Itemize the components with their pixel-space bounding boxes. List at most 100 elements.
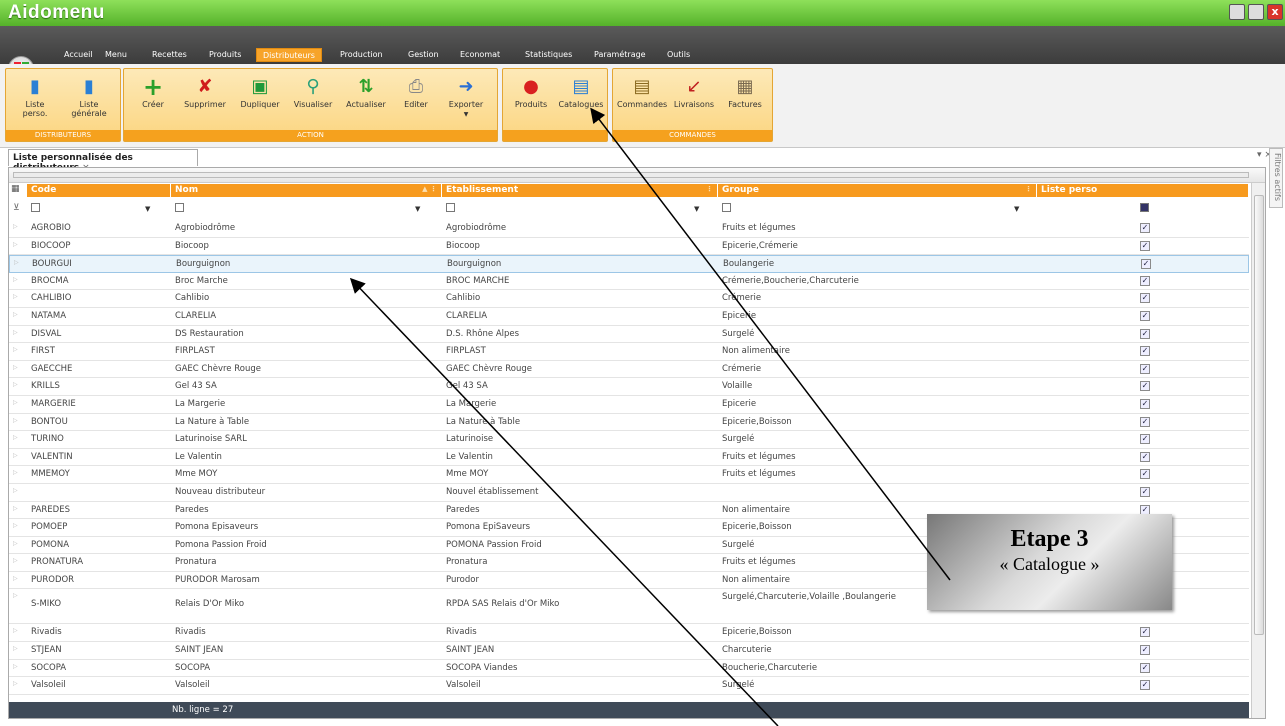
commandes-button[interactable]: ▤ Commandes xyxy=(617,77,667,110)
tab-accueil[interactable]: Accueil xyxy=(58,48,99,62)
liste-perso-checkbox[interactable]: ✓ xyxy=(1140,398,1150,409)
table-row[interactable]: ▷ AGROBIO Agrobiodrôme Agrobiodrôme Fruits e… xyxy=(9,220,1249,238)
table-row[interactable]: ▷ FIRST FIRPLAST FIRPLAST Non alimentaire ✓ xyxy=(9,343,1249,361)
table-row[interactable]: ▷ BONTOU La Nature à Table La Nature à Tabl… xyxy=(9,414,1249,432)
table-row[interactable]: ▷ Rivadis Rivadis Rivadis Epicerie,Boisson ✓ xyxy=(9,624,1249,643)
actualiser-button[interactable]: ⇅ Actualiser xyxy=(340,76,392,110)
vertical-scrollbar[interactable] xyxy=(1251,183,1265,718)
filtres-actifs-panel[interactable]: Filtres actifs xyxy=(1269,148,1283,208)
scroll-thumb[interactable] xyxy=(1254,195,1264,635)
filter-liste-perso[interactable] xyxy=(1140,203,1149,213)
table-row[interactable]: ▷ SOCOPA SOCOPA SOCOPA Viandes Boucherie,Cha… xyxy=(9,660,1249,678)
table-row[interactable]: ▷ Valsoleil Valsoleil Valsoleil Surgelé ✓ xyxy=(9,677,1249,695)
table-row[interactable]: ▷ TURINO Laturinoise SARL Laturinoise Surgel… xyxy=(9,431,1249,449)
liste-generale-button[interactable]: ▮ Liste générale xyxy=(64,77,114,119)
column-header-etablissement[interactable]: Etablissement ⋮ xyxy=(442,184,718,197)
filter-funnel-icon[interactable]: ⊻ xyxy=(13,203,20,213)
cell-code: PRONATURA xyxy=(31,557,84,568)
liste-perso-checkbox[interactable]: ✓ xyxy=(1140,346,1150,357)
table-row[interactable]: ▷ Nouveau distributeur Nouvel établissemen… xyxy=(9,484,1249,502)
liste-perso-checkbox[interactable]: ✓ xyxy=(1140,469,1150,480)
liste-perso-checkbox[interactable]: ✓ xyxy=(1140,434,1150,445)
produits-button[interactable]: ● Produits xyxy=(509,77,553,110)
liste-perso-checkbox[interactable]: ✓ xyxy=(1140,310,1150,321)
filter-etablissement[interactable]: ▼ xyxy=(446,203,699,213)
cell-groupe: Surgelé xyxy=(722,680,755,691)
creer-button[interactable]: + Créer xyxy=(132,75,174,109)
maximize-button[interactable] xyxy=(1248,4,1264,20)
factures-button[interactable]: ▦ Factures xyxy=(723,77,767,110)
filter-groupe[interactable]: ▼ xyxy=(722,203,1019,213)
tab-production[interactable]: Production xyxy=(334,48,389,62)
table-row[interactable]: ▷ KRILLS Gel 43 SA Gel 43 SA Volaille ✓ xyxy=(9,378,1249,396)
liste-perso-checkbox[interactable]: ✓ xyxy=(1140,293,1150,304)
group-label: COMMANDES xyxy=(613,130,772,141)
dupliquer-button[interactable]: ▣ Dupliquer xyxy=(234,77,286,110)
liste-perso-checkbox[interactable]: ✓ xyxy=(1140,504,1150,515)
liste-perso-checkbox[interactable]: ✓ xyxy=(1140,381,1150,392)
table-row[interactable]: ▷ BOURGUI Bourguignon Bourguignon Boulangeri… xyxy=(9,255,1249,273)
liste-perso-checkbox[interactable]: ✓ xyxy=(1140,451,1150,462)
table-row[interactable]: ▷ NATAMA CLARELIA CLARELIA Epicerie ✓ xyxy=(9,308,1249,326)
table-row[interactable]: ▷ STJEAN SAINT JEAN SAINT JEAN Charcuterie ✓ xyxy=(9,642,1249,660)
table-row[interactable]: ▷ CAHLIBIO Cahlibio Cahlibio Crémerie ✓ xyxy=(9,290,1249,308)
filter-code[interactable]: ▼ xyxy=(31,203,150,213)
cell-etablissement: CLARELIA xyxy=(446,310,488,321)
filter-nom[interactable]: ▼ xyxy=(175,203,420,213)
editer-button[interactable]: ⎙ Editer xyxy=(396,77,436,110)
column-header-groupe[interactable]: Groupe ⋮ xyxy=(718,184,1037,197)
column-header-code[interactable]: Code xyxy=(27,184,171,197)
column-header-liste-perso[interactable]: Liste perso xyxy=(1037,184,1249,197)
tab-economat[interactable]: Economat xyxy=(454,48,506,62)
table-row[interactable]: ▷ VALENTIN Le Valentin Le Valentin Fruits et… xyxy=(9,449,1249,467)
liste-perso-checkbox[interactable]: ✓ xyxy=(1140,275,1150,286)
cell-nom: Cahlibio xyxy=(175,293,210,304)
liste-perso-checkbox[interactable]: ✓ xyxy=(1141,259,1151,270)
tab-produits[interactable]: Produits xyxy=(203,48,247,62)
exporter-button[interactable]: ➜ Exporter ▼ xyxy=(440,77,492,119)
cell-groupe: Fruits et légumes xyxy=(722,223,796,233)
liste-perso-button[interactable]: ▮ Liste perso. xyxy=(14,77,56,119)
tab-recettes[interactable]: Recettes xyxy=(146,48,193,62)
liste-perso-checkbox[interactable]: ✓ xyxy=(1140,416,1150,427)
row-indicator-icon: ▷ xyxy=(13,328,18,336)
refresh-arrows-icon: ⇅ xyxy=(358,76,374,97)
liste-perso-checkbox[interactable]: ✓ xyxy=(1140,627,1150,638)
minimize-button[interactable] xyxy=(1229,4,1245,20)
visualiser-button[interactable]: ⚲ Visualiser xyxy=(288,77,338,110)
supprimer-button[interactable]: ✘ Supprimer xyxy=(179,77,231,110)
livraisons-button[interactable]: ↙ Livraisons xyxy=(671,77,717,110)
cell-nom: Broc Marche xyxy=(175,275,228,286)
cell-code: PAREDES xyxy=(31,504,70,515)
tab-liste-perso[interactable]: Liste personnalisée des distributeurs× xyxy=(8,149,198,173)
liste-perso-checkbox[interactable]: ✓ xyxy=(1140,680,1150,691)
tab-menu[interactable]: Menu xyxy=(99,48,133,62)
tab-distributeurs[interactable]: Distributeurs xyxy=(256,48,322,62)
liste-perso-checkbox[interactable]: ✓ xyxy=(1140,645,1150,656)
table-row[interactable]: ▷ BROCMA Broc Marche BROC MARCHE Crémerie,Bo… xyxy=(9,273,1249,291)
tab-parametrage[interactable]: Paramétrage xyxy=(588,48,652,62)
catalogues-button[interactable]: ▤ Catalogues xyxy=(557,77,605,110)
tab-gestion[interactable]: Gestion xyxy=(402,48,445,62)
tab-outils[interactable]: Outils xyxy=(661,48,696,62)
liste-perso-checkbox[interactable]: ✓ xyxy=(1140,223,1150,233)
liste-perso-checkbox[interactable]: ✓ xyxy=(1140,662,1150,673)
column-chooser-icon[interactable]: ▦ xyxy=(11,184,27,197)
liste-perso-checkbox[interactable]: ✓ xyxy=(1140,328,1150,339)
table-row[interactable]: ▷ MARGERIE La Margerie La Margerie Epicerie ✓ xyxy=(9,396,1249,414)
table-row[interactable]: ▷ DISVAL DS Restauration D.S. Rhône Alpes Su… xyxy=(9,326,1249,344)
table-row[interactable]: ▷ GAECCHE GAEC Chèvre Rouge GAEC Chèvre Rou… xyxy=(9,361,1249,379)
liste-perso-checkbox[interactable]: ✓ xyxy=(1140,486,1150,497)
liste-perso-checkbox[interactable]: ✓ xyxy=(1140,363,1150,374)
cell-etablissement: La Nature à Table xyxy=(446,416,521,427)
row-indicator-icon: ▷ xyxy=(13,592,18,600)
table-row[interactable]: ▷ MMEMOY Mme MOY Mme MOY Fruits et légumes ✓ xyxy=(9,466,1249,484)
tab-statistiques[interactable]: Statistiques xyxy=(519,48,578,62)
table-row[interactable]: ▷ BIOCOOP Biocoop Biocoop Epicerie,Crémerie ✓ xyxy=(9,238,1249,256)
cell-nom: Gel 43 SA xyxy=(175,381,217,392)
close-button[interactable]: x xyxy=(1267,4,1283,20)
column-header-nom[interactable]: Nom ▲ ⋮ xyxy=(171,184,442,197)
export-arrow-icon: ➜ xyxy=(458,76,474,97)
cell-code: GAECCHE xyxy=(31,363,73,374)
liste-perso-checkbox[interactable]: ✓ xyxy=(1140,240,1150,251)
